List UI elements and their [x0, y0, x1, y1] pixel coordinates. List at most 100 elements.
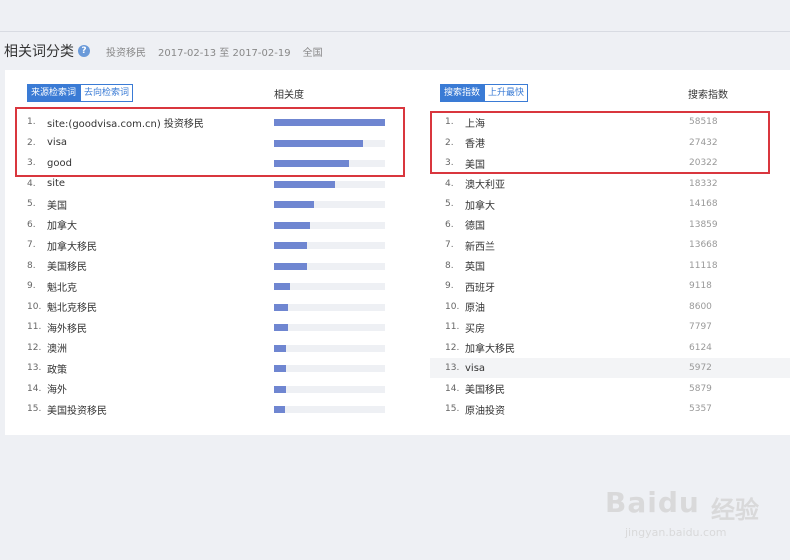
row-term[interactable]: 澳大利亚: [465, 176, 505, 191]
relevance-bar-track: [274, 283, 385, 290]
right-tabs: 搜索指数 上升最快: [440, 84, 529, 102]
row-term[interactable]: 魁北克移民: [47, 299, 97, 314]
table-row[interactable]: 5. 加拿大 14168: [430, 194, 790, 214]
relevance-bar-track: [274, 344, 385, 352]
row-term[interactable]: visa: [465, 363, 485, 374]
table-row[interactable]: 12. 加拿大移民 6124: [430, 338, 790, 358]
row-term[interactable]: 加拿大移民: [465, 340, 515, 355]
table-row[interactable]: 6. 德国 13859: [430, 215, 790, 235]
row-term[interactable]: site:(goodvisa.com.cn) 投资移民: [47, 115, 204, 130]
table-row[interactable]: 14. 美国移民 5879: [430, 379, 790, 399]
row-term[interactable]: 澳洲: [47, 340, 67, 355]
row-term[interactable]: 美国移民: [465, 381, 505, 396]
row-term[interactable]: 原油投资: [465, 402, 505, 417]
watermark-brand-cn: 经验: [711, 496, 759, 524]
watermark-url: jingyan.baidu.com: [625, 526, 727, 539]
table-row[interactable]: 11. 买房 7797: [430, 317, 790, 337]
row-rank: 9.: [27, 281, 36, 291]
relevance-bar-track: [274, 160, 385, 167]
row-term[interactable]: 加拿大: [47, 217, 77, 232]
table-row[interactable]: 11. 海外移民: [27, 317, 387, 337]
table-row[interactable]: 10. 原油 8600: [430, 297, 790, 317]
row-term[interactable]: 美国: [47, 197, 67, 212]
row-rank: 1.: [445, 117, 454, 127]
table-row[interactable]: 8. 美国移民: [27, 256, 387, 276]
row-term[interactable]: 海外: [47, 381, 67, 396]
table-row[interactable]: 1. 上海 58518: [430, 112, 790, 132]
row-rank: 3.: [27, 158, 36, 168]
row-term[interactable]: 加拿大: [465, 197, 495, 212]
row-term[interactable]: site: [47, 178, 65, 189]
row-term[interactable]: 加拿大移民: [47, 238, 97, 253]
table-row[interactable]: 7. 新西兰 13668: [430, 235, 790, 255]
row-search-index: 5357: [689, 404, 712, 414]
table-row[interactable]: 9. 西班牙 9118: [430, 276, 790, 296]
row-term[interactable]: 魁北克: [47, 279, 77, 294]
row-term[interactable]: 德国: [465, 217, 485, 232]
table-row[interactable]: 2. visa: [27, 133, 387, 153]
row-rank: 11.: [27, 322, 42, 332]
row-term[interactable]: 政策: [47, 361, 67, 376]
row-rank: 12.: [27, 342, 42, 353]
row-rank: 2.: [27, 137, 36, 148]
row-term[interactable]: 买房: [465, 320, 485, 335]
row-term[interactable]: 新西兰: [465, 238, 495, 253]
row-term[interactable]: 英国: [465, 258, 485, 273]
row-rank: 2.: [445, 137, 454, 148]
row-term[interactable]: 美国投资移民: [47, 402, 107, 417]
row-term[interactable]: visa: [47, 137, 67, 148]
row-search-index: 14168: [689, 199, 718, 209]
table-row[interactable]: 4. site: [27, 174, 387, 194]
row-rank: 5.: [445, 199, 454, 209]
tab-target-terms[interactable]: 去向检索词: [80, 84, 134, 102]
row-term[interactable]: 美国移民: [47, 258, 87, 273]
row-term[interactable]: 上海: [465, 115, 485, 130]
table-row[interactable]: 15. 原油投资 5357: [430, 399, 790, 419]
relevance-bar: [274, 324, 289, 331]
table-row[interactable]: 5. 美国: [27, 194, 387, 214]
row-rank: 6.: [445, 219, 454, 230]
row-term[interactable]: good: [47, 158, 72, 169]
table-row[interactable]: 6. 加拿大: [27, 215, 387, 235]
relevance-column-header: 相关度: [274, 90, 304, 101]
row-search-index: 13859: [689, 219, 718, 230]
relevance-bar: [274, 201, 314, 208]
table-row[interactable]: 12. 澳洲: [27, 338, 387, 358]
table-row[interactable]: 3. 美国 20322: [430, 153, 790, 173]
help-icon[interactable]: ?: [78, 45, 90, 57]
table-row[interactable]: 13. visa 5972: [430, 358, 790, 378]
row-rank: 7.: [445, 240, 454, 250]
tab-search-index[interactable]: 搜索指数: [440, 84, 485, 102]
row-term[interactable]: 香港: [465, 135, 485, 150]
table-row[interactable]: 15. 美国投资移民: [27, 399, 387, 419]
tab-fastest-rising[interactable]: 上升最快: [484, 84, 529, 102]
table-row[interactable]: 8. 英国 11118: [430, 256, 790, 276]
relevance-bar: [274, 303, 289, 311]
tab-source-terms[interactable]: 来源检索词: [27, 84, 81, 102]
row-term[interactable]: 美国: [465, 156, 485, 171]
relevance-bar: [274, 406, 286, 413]
section-header: 相关词分类 ? 投资移民 2017-02-13 至 2017-02-19 全国: [0, 32, 790, 70]
relevance-bar: [274, 242, 308, 249]
row-term[interactable]: 海外移民: [47, 320, 87, 335]
table-row[interactable]: 9. 魁北克: [27, 276, 387, 296]
search-index-column-header: 搜索指数: [688, 90, 728, 101]
table-row[interactable]: 10. 魁北克移民: [27, 297, 387, 317]
table-row[interactable]: 7. 加拿大移民: [27, 235, 387, 255]
row-rank: 4.: [27, 178, 36, 189]
watermark-brand: Baidu: [605, 486, 700, 519]
row-rank: 7.: [27, 240, 36, 250]
row-term[interactable]: 西班牙: [465, 279, 495, 294]
row-rank: 8.: [27, 260, 36, 271]
table-row[interactable]: 3. good: [27, 153, 387, 173]
relevance-bar: [274, 119, 385, 126]
table-row[interactable]: 14. 海外: [27, 379, 387, 399]
table-row[interactable]: 1. site:(goodvisa.com.cn) 投资移民: [27, 112, 387, 132]
relevance-bar: [274, 221, 310, 229]
row-rank: 15.: [27, 404, 42, 414]
row-term[interactable]: 原油: [465, 299, 485, 314]
table-row[interactable]: 13. 政策: [27, 358, 387, 378]
table-row[interactable]: 4. 澳大利亚 18332: [430, 174, 790, 194]
table-row[interactable]: 2. 香港 27432: [430, 133, 790, 153]
relevance-bar: [274, 344, 287, 352]
